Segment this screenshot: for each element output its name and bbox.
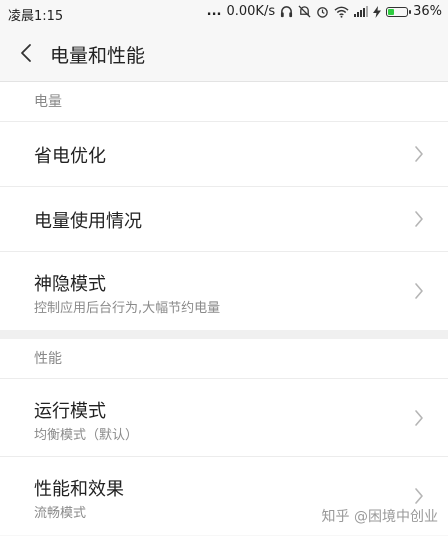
signal-icon xyxy=(354,6,369,17)
wifi-icon xyxy=(334,6,349,18)
watermark: 知乎 @困境中创业 xyxy=(321,509,438,525)
chevron-right-icon xyxy=(415,211,423,227)
list-item-hidden-mode[interactable]: 神隐模式 控制应用后台行为,大幅节约电量 xyxy=(0,252,448,330)
item-subtitle: 流畅模式 xyxy=(34,506,87,521)
alarm-icon xyxy=(316,5,329,18)
chevron-right-icon xyxy=(415,488,423,504)
headphone-icon xyxy=(280,5,293,18)
item-title: 电量使用情况 xyxy=(34,211,142,232)
status-bar: 凌晨1:15 ... 0.00K/s 36% xyxy=(0,0,448,26)
section-header-performance: 性能 xyxy=(0,339,448,379)
battery-icon xyxy=(386,6,412,17)
status-icons: ... 0.00K/s 36% xyxy=(207,4,442,19)
more-dots: ... xyxy=(206,4,222,19)
charging-bolt-icon xyxy=(373,5,382,18)
status-time: 凌晨1:15 xyxy=(8,9,64,24)
list-item-battery-usage[interactable]: 电量使用情况 xyxy=(0,187,448,252)
battery-group: 省电优化 电量使用情况 神隐模式 控制应用后台行为,大幅节约电量 xyxy=(0,122,448,330)
battery-fill xyxy=(388,8,395,15)
item-title: 性能和效果 xyxy=(34,479,124,500)
chevron-right-icon xyxy=(415,410,423,426)
list-item-run-mode[interactable]: 运行模式 均衡模式（默认） xyxy=(0,379,448,457)
chevron-left-icon[interactable] xyxy=(16,42,38,64)
item-title: 省电优化 xyxy=(34,146,106,167)
page-title: 电量和性能 xyxy=(50,45,146,67)
chevron-right-icon xyxy=(415,283,423,299)
item-subtitle: 均衡模式（默认） xyxy=(34,428,139,443)
settings-list: 电量 省电优化 电量使用情况 神隐模式 控制应用后台行为,大幅节约电量 性能 运… xyxy=(0,82,448,535)
section-divider xyxy=(0,330,448,339)
network-speed: 0.00K/s xyxy=(226,4,276,19)
mute-bell-icon xyxy=(298,5,311,18)
section-header-battery: 电量 xyxy=(0,82,448,122)
battery-percent: 36% xyxy=(413,4,442,19)
title-bar: 电量和性能 xyxy=(0,26,448,82)
chevron-right-icon xyxy=(415,146,423,162)
item-title: 神隐模式 xyxy=(34,274,106,295)
item-subtitle: 控制应用后台行为,大幅节约电量 xyxy=(34,301,221,316)
list-item-power-saving[interactable]: 省电优化 xyxy=(0,122,448,187)
item-title: 运行模式 xyxy=(34,401,106,422)
